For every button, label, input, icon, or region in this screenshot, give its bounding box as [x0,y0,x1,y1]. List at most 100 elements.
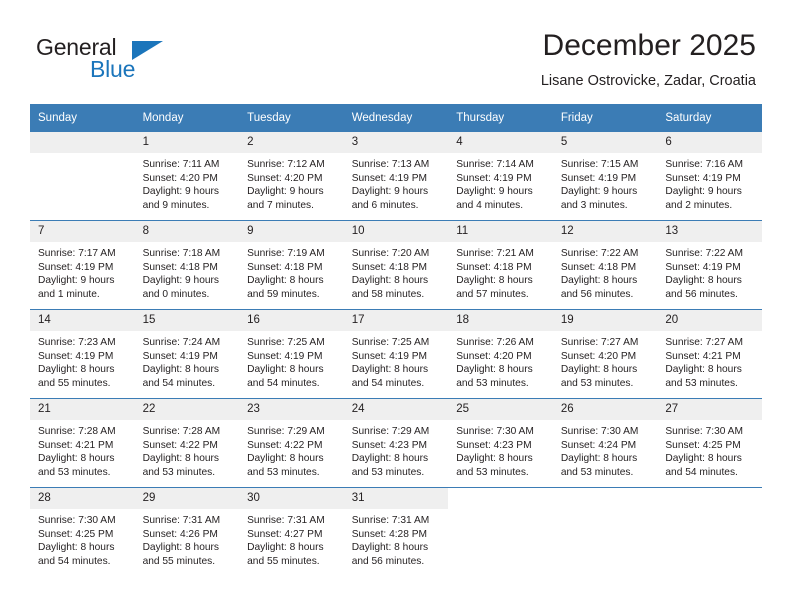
weekday-header-sunday: Sunday [30,104,135,132]
calendar-day-cell[interactable]: 12 Sunrise: 7:22 AM Sunset: 4:18 PM Dayligh… [552,220,658,310]
day-events: Sunrise: 7:27 AM Sunset: 4:21 PM Daylight:… [657,331,762,390]
calendar-day-cell[interactable]: 16 Sunrise: 7:25 AM Sunset: 4:19 PM Dayligh… [239,309,344,399]
day-number: 18 [448,310,553,331]
calendar-day-cell[interactable]: 26 Sunrise: 7:30 AM Sunset: 4:24 PM Dayligh… [552,398,658,488]
day-event-line: Sunrise: 7:30 AM [38,515,116,526]
calendar-day-cell[interactable]: 24 Sunrise: 7:29 AM Sunset: 4:23 PM Dayligh… [343,398,449,488]
calendar-day-cell[interactable]: 30 Sunrise: 7:31 AM Sunset: 4:27 PM Dayligh… [239,487,344,576]
calendar-day-cell[interactable]: 1 Sunrise: 7:11 AM Sunset: 4:20 PM Daylight… [134,132,240,221]
calendar-day-cell[interactable]: 3 Sunrise: 7:13 AM Sunset: 4:19 PM Daylight… [343,132,449,221]
day-number [30,132,135,153]
day-number: 19 [552,310,658,331]
day-event-line: and 4 minutes. [456,199,524,211]
day-event-line: and 53 minutes. [38,466,111,478]
calendar-day-cell[interactable]: 11 Sunrise: 7:21 AM Sunset: 4:18 PM Dayligh… [448,220,553,310]
day-number [657,488,762,509]
day-event-line: Sunset: 4:19 PM [665,261,741,273]
calendar-day-cell[interactable]: 5 Sunrise: 7:15 AM Sunset: 4:19 PM Daylight… [552,132,658,221]
calendar-day-cell[interactable]: 27 Sunrise: 7:30 AM Sunset: 4:25 PM Dayligh… [657,398,762,488]
day-event-line: and 55 minutes. [38,377,111,389]
day-event-line: Sunset: 4:25 PM [38,528,114,540]
calendar-day-cell[interactable]: 6 Sunrise: 7:16 AM Sunset: 4:19 PM Daylight… [657,132,762,221]
day-number: 6 [657,132,762,153]
day-event-line: Sunset: 4:24 PM [560,439,637,451]
weekday-header-tuesday: Tuesday [239,104,344,132]
day-event-line: Daylight: 9 hours [142,186,220,198]
day-event-line: and 54 minutes. [247,377,320,389]
calendar-empty-cell [552,487,658,576]
day-events: Sunrise: 7:15 AM Sunset: 4:19 PM Daylight:… [553,153,658,212]
calendar-day-cell[interactable]: 19 Sunrise: 7:27 AM Sunset: 4:20 PM Dayligh… [552,309,658,399]
day-events: Sunrise: 7:25 AM Sunset: 4:19 PM Daylight:… [239,331,344,390]
calendar-day-cell[interactable]: 20 Sunrise: 7:27 AM Sunset: 4:21 PM Dayligh… [657,309,762,399]
day-event-line: Sunset: 4:18 PM [560,261,637,273]
weekday-header-wednesday: Wednesday [343,104,449,132]
day-event-line: Daylight: 8 hours [560,364,638,376]
day-number: 13 [657,221,762,242]
day-number: 22 [134,399,240,420]
calendar-day-cell[interactable]: 18 Sunrise: 7:26 AM Sunset: 4:20 PM Dayligh… [448,309,553,399]
day-event-line: Sunset: 4:27 PM [247,528,323,540]
day-events: Sunrise: 7:17 AM Sunset: 4:19 PM Daylight:… [30,242,135,301]
calendar-day-cell[interactable]: 15 Sunrise: 7:24 AM Sunset: 4:19 PM Dayligh… [134,309,240,399]
calendar-day-cell[interactable]: 10 Sunrise: 7:20 AM Sunset: 4:18 PM Dayligh… [343,220,449,310]
day-event-line: and 57 minutes. [456,288,529,300]
day-number: 23 [239,399,344,420]
calendar-day-cell[interactable]: 7 Sunrise: 7:17 AM Sunset: 4:19 PM Daylight… [30,220,135,310]
day-event-line: and 53 minutes. [665,377,738,389]
day-event-line: Sunset: 4:20 PM [247,172,323,184]
day-event-line: Sunrise: 7:12 AM [247,159,325,170]
day-events: Sunrise: 7:31 AM Sunset: 4:28 PM Daylight:… [344,509,449,568]
calendar-day-cell[interactable]: 25 Sunrise: 7:30 AM Sunset: 4:23 PM Dayligh… [448,398,553,488]
calendar-day-cell[interactable]: 21 Sunrise: 7:28 AM Sunset: 4:21 PM Dayligh… [30,398,135,488]
day-event-line: Sunset: 4:19 PM [247,350,323,362]
day-events: Sunrise: 7:26 AM Sunset: 4:20 PM Daylight:… [448,331,553,390]
calendar-day-cell[interactable]: 23 Sunrise: 7:29 AM Sunset: 4:22 PM Dayligh… [239,398,344,488]
calendar-day-cell[interactable]: 4 Sunrise: 7:14 AM Sunset: 4:19 PM Daylight… [448,132,553,221]
calendar-day-cell[interactable]: 8 Sunrise: 7:18 AM Sunset: 4:18 PM Daylight… [134,220,240,310]
day-number: 3 [343,132,449,153]
page-header: General Blue December 2025 Lisane Ostrov… [0,0,792,102]
day-event-line: Sunrise: 7:31 AM [247,515,325,526]
calendar-day-cell[interactable]: 14 Sunrise: 7:23 AM Sunset: 4:19 PM Dayligh… [30,309,135,399]
day-event-line: and 53 minutes. [142,466,216,478]
day-events: Sunrise: 7:31 AM Sunset: 4:26 PM Daylight:… [135,509,240,568]
day-event-line: Daylight: 8 hours [38,542,115,554]
day-event-line: Daylight: 8 hours [456,275,533,287]
day-event-line: Sunrise: 7:29 AM [247,426,325,437]
day-event-line: Sunset: 4:20 PM [560,350,637,362]
day-number: 5 [552,132,658,153]
day-event-line: Daylight: 9 hours [665,186,742,198]
day-event-line: Daylight: 8 hours [38,364,115,376]
day-number: 14 [30,310,135,331]
calendar-day-cell[interactable]: 28 Sunrise: 7:30 AM Sunset: 4:25 PM Dayligh… [30,487,135,576]
day-event-line: Sunset: 4:23 PM [456,439,532,451]
calendar-day-cell[interactable]: 13 Sunrise: 7:22 AM Sunset: 4:19 PM Dayligh… [657,220,762,310]
day-event-line: Sunrise: 7:15 AM [560,159,639,170]
day-event-line: Sunrise: 7:27 AM [665,337,743,348]
day-event-line: Daylight: 8 hours [247,453,324,465]
day-number: 31 [343,488,449,509]
day-events: Sunrise: 7:21 AM Sunset: 4:18 PM Daylight:… [448,242,553,301]
blue-triangle-icon [132,41,163,60]
calendar-day-cell[interactable]: 17 Sunrise: 7:25 AM Sunset: 4:19 PM Dayligh… [343,309,449,399]
day-event-line: and 54 minutes. [38,555,111,567]
day-event-line: Sunset: 4:18 PM [351,261,428,273]
page-title: December 2025 [542,29,756,62]
day-event-line: Daylight: 8 hours [456,453,533,465]
day-event-line: Sunrise: 7:26 AM [456,337,534,348]
day-event-line: Sunrise: 7:25 AM [247,337,325,348]
calendar-day-cell[interactable]: 22 Sunrise: 7:28 AM Sunset: 4:22 PM Dayligh… [134,398,240,488]
day-event-line: Sunrise: 7:31 AM [351,515,430,526]
day-event-line: Sunset: 4:19 PM [38,261,114,273]
calendar-page: General Blue December 2025 Lisane Ostrov… [0,0,792,612]
day-event-line: Sunrise: 7:29 AM [351,426,430,437]
calendar-empty-cell [657,487,762,576]
calendar-day-cell[interactable]: 2 Sunrise: 7:12 AM Sunset: 4:20 PM Daylight… [239,132,344,221]
day-event-line: Daylight: 8 hours [665,364,742,376]
calendar-day-cell[interactable]: 29 Sunrise: 7:31 AM Sunset: 4:26 PM Dayligh… [134,487,240,576]
calendar-day-cell[interactable]: 9 Sunrise: 7:19 AM Sunset: 4:18 PM Daylight… [239,220,344,310]
day-event-line: Daylight: 9 hours [142,275,220,287]
calendar-day-cell[interactable]: 31 Sunrise: 7:31 AM Sunset: 4:28 PM Dayligh… [343,487,449,576]
day-event-line: and 56 minutes. [665,288,738,300]
